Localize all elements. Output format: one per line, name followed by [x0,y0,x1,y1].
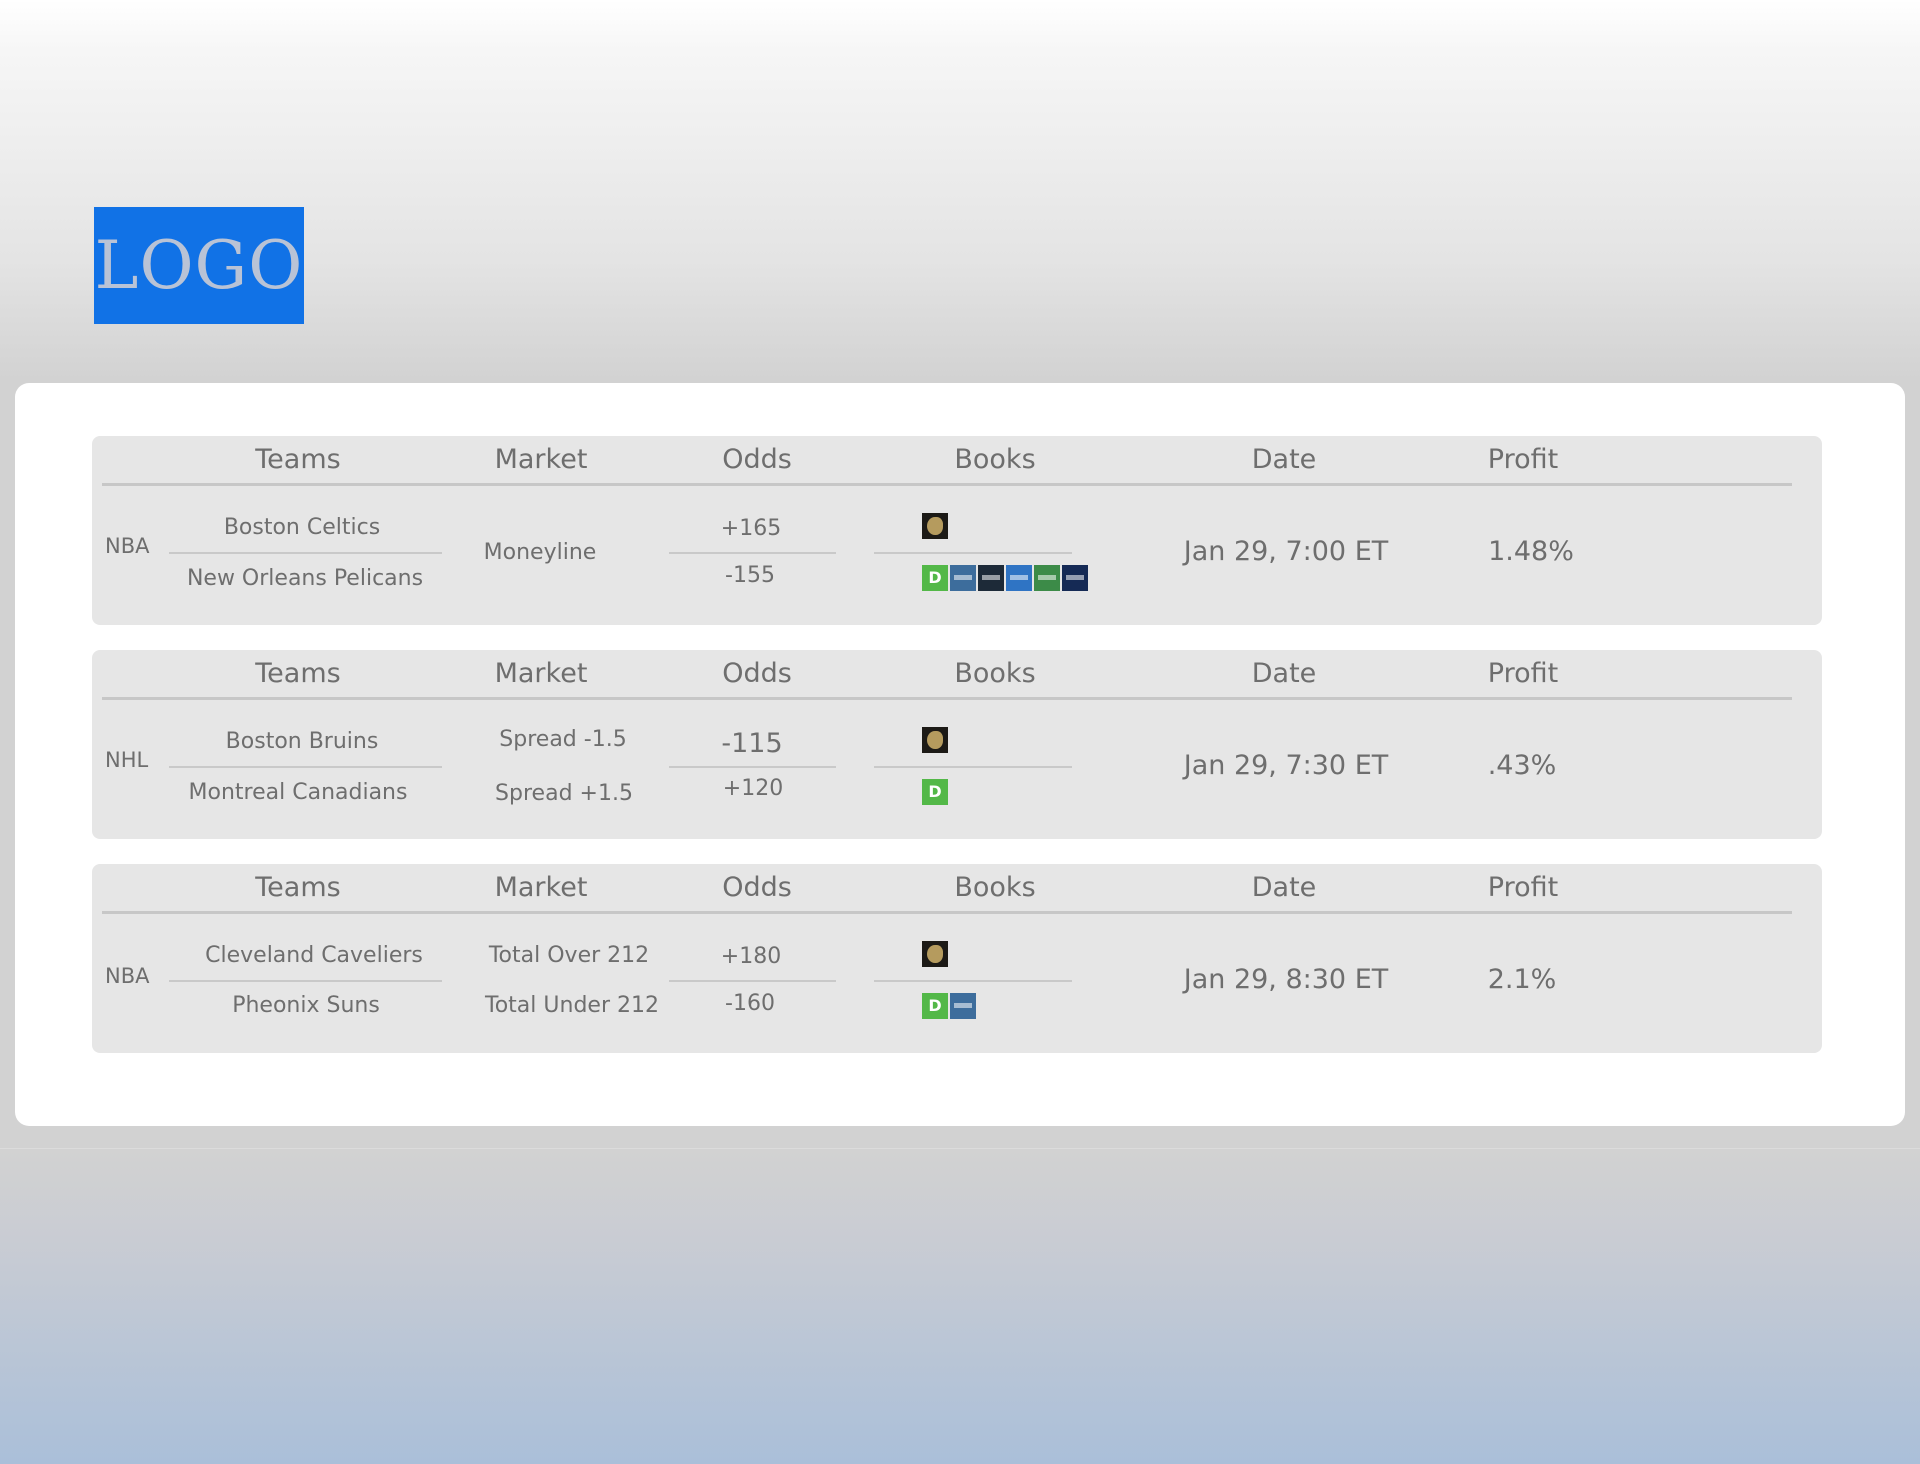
odds-home: +180 [720,944,782,969]
odds-away: +120 [722,776,784,801]
header-teams: Teams [255,872,341,903]
sugarhouse-icon[interactable] [950,565,976,591]
team-away: Pheonix Suns [232,993,380,1018]
bets-panel: Teams Market Odds Books Date Profit NBA … [15,383,1905,1126]
odds-home: +165 [720,516,782,541]
books-divider [874,980,1072,982]
league-label: NBA [105,964,150,988]
unibet-icon[interactable] [1034,565,1060,591]
sugarhouse-icon[interactable] [950,993,976,1019]
header-date: Date [1251,658,1317,689]
header-market: Market [494,444,588,475]
event-date: Jan 29, 8:30 ET [1183,964,1389,995]
logo[interactable]: LOGO [94,207,304,324]
bet-card[interactable]: Teams Market Odds Books Date Profit NBA … [92,864,1822,1053]
team-away: New Orleans Pelicans [186,566,424,591]
header-date: Date [1251,872,1317,903]
header-teams: Teams [255,444,341,475]
books-divider [874,766,1072,768]
header-odds: Odds [722,658,792,689]
header-profit: Profit [1487,658,1559,689]
bet-card-header: Teams Market Odds Books Date Profit [92,864,1822,914]
odds-away: -155 [725,563,775,588]
team-home: Boston Celtics [223,515,381,540]
header-divider [102,911,1792,914]
draftkings-icon[interactable]: D [922,565,948,591]
bet-card-header: Teams Market Odds Books Date Profit [92,650,1822,700]
background-divider [0,1148,1920,1149]
header-teams: Teams [255,658,341,689]
lion-book-icon[interactable] [922,513,948,539]
draftkings-icon[interactable]: D [922,779,948,805]
navy-book-icon[interactable] [1062,565,1088,591]
bet-card[interactable]: Teams Market Odds Books Date Profit NBA … [92,436,1822,625]
profit-value: 1.48% [1488,536,1574,567]
market-away: Total Under 212 [485,993,659,1018]
profit-value: .43% [1487,750,1557,781]
blue-book-icon[interactable] [1006,565,1032,591]
dark-book-icon[interactable] [978,565,1004,591]
header-books: Books [954,658,1036,689]
header-profit: Profit [1487,444,1559,475]
market-away: Spread +1.5 [495,781,633,806]
teams-divider [169,980,442,982]
team-home: Cleveland Caveliers [205,943,423,968]
lion-book-icon[interactable] [922,941,948,967]
header-odds: Odds [722,872,792,903]
teams-divider [169,766,442,768]
bet-card[interactable]: Teams Market Odds Books Date Profit NHL … [92,650,1822,839]
header-books: Books [954,444,1036,475]
market-home: Spread -1.5 [499,727,627,752]
header-profit: Profit [1487,872,1559,903]
header-divider [102,697,1792,700]
draftkings-icon[interactable]: D [922,993,948,1019]
league-label: NBA [105,534,150,558]
event-date: Jan 29, 7:30 ET [1183,750,1389,781]
bet-card-header: Teams Market Odds Books Date Profit [92,436,1822,486]
header-market: Market [494,658,588,689]
market-primary: Moneyline [483,540,597,565]
odds-away: -160 [725,991,775,1016]
header-date: Date [1251,444,1317,475]
header-books: Books [954,872,1036,903]
event-date: Jan 29, 7:00 ET [1183,536,1389,567]
header-divider [102,483,1792,486]
odds-divider [669,766,836,768]
odds-divider [669,552,836,554]
header-odds: Odds [722,444,792,475]
header-market: Market [494,872,588,903]
odds-divider [669,980,836,982]
books-divider [874,552,1072,554]
market-home: Total Over 212 [488,943,650,968]
team-away: Montreal Canadians [188,780,408,805]
league-label: NHL [105,748,149,772]
profit-value: 2.1% [1487,964,1557,995]
team-home: Boston Bruins [225,729,379,754]
teams-divider [169,552,442,554]
odds-home: -115 [721,728,783,759]
lion-book-icon[interactable] [922,727,948,753]
